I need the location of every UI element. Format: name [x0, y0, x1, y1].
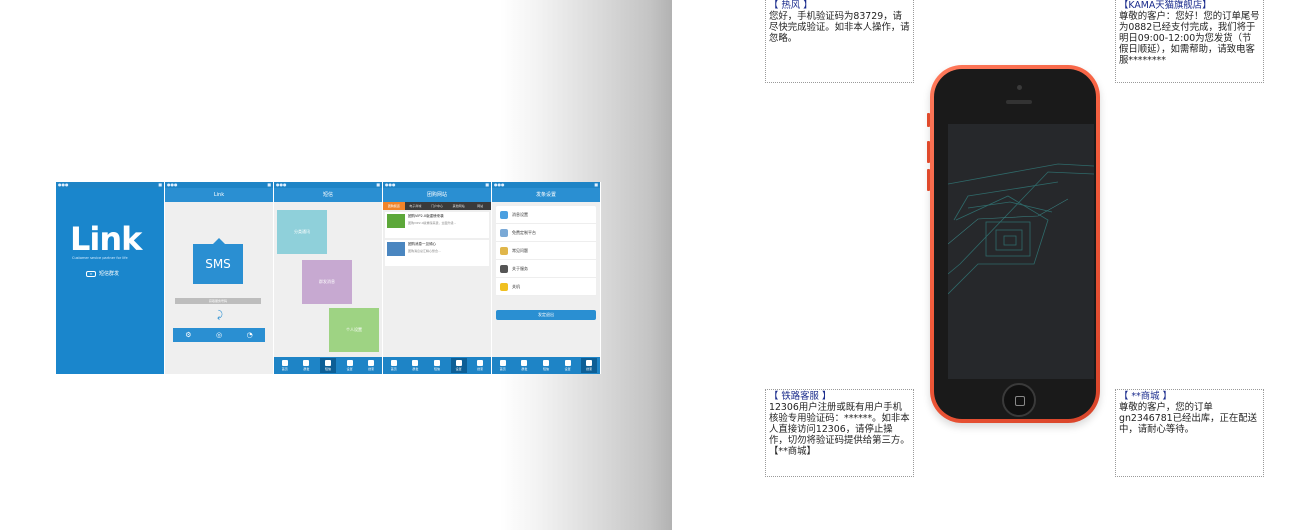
- lock-icon: [500, 282, 508, 291]
- tunnel-graphic: [948, 163, 1094, 295]
- phone-screen: [948, 124, 1094, 379]
- front-camera-icon: [1017, 85, 1022, 90]
- smartphone-illustration: [927, 65, 1100, 423]
- mute-switch: [927, 113, 930, 127]
- subtab[interactable]: 其他网站: [448, 202, 470, 210]
- splash-screen: ●●● ■ Link Customer sevice partner for li…: [56, 182, 165, 374]
- platform-icon: [500, 228, 508, 237]
- tab-home[interactable]: 首页: [386, 358, 402, 373]
- news-thumbnail: [387, 242, 405, 256]
- screen-title: Link: [165, 188, 273, 202]
- bottom-tab-bar: 首页 群发 短信 设置 搜索: [274, 357, 382, 374]
- volume-up-button: [927, 141, 930, 163]
- sms-sender: 【 铁路客服 】: [769, 391, 832, 402]
- sub-tabs: 团购频道 电子商城 门户中心 其他网站 网站: [383, 202, 491, 210]
- sms-note-top-left: 【 热风 】 您好，手机验证码为83729，请尽快完成验证。如非本人操作，请忽略…: [765, 0, 914, 83]
- sms-note-bottom-left: 【 铁路客服 】 12306用户注册或既有用户手机核验专用验证码：******。…: [765, 389, 914, 477]
- sms-note-top-right: 【KAMA天猫旗舰店】 尊敬的客户：您好！您的订单尾号为0882已经支付完成，我…: [1115, 0, 1264, 83]
- sms-body: 尊敬的客户：您好！您的订单尾号为0882已经支付完成，我们将于明日09:00-1…: [1119, 11, 1260, 66]
- tab-group[interactable]: 群发: [298, 358, 314, 373]
- info-icon: [500, 264, 508, 273]
- screen-title: 团购网站: [383, 188, 491, 202]
- tab-settings[interactable]: 设置: [342, 358, 358, 373]
- mass-message-card[interactable]: 群发消息: [302, 260, 352, 304]
- settings-list: 消息设置 免费定制平台 常见问题 关于服务 关机: [496, 206, 596, 296]
- tab-search[interactable]: 搜索: [472, 358, 488, 373]
- earpiece-speaker: [1006, 100, 1032, 104]
- sms-signature: 【**商城】: [769, 446, 816, 457]
- settings-row[interactable]: 关机: [496, 278, 596, 296]
- clock-icon[interactable]: ◔: [247, 331, 253, 339]
- tab-group[interactable]: 群发: [516, 358, 532, 373]
- subtab[interactable]: 门户中心: [426, 202, 448, 210]
- phone-face: [934, 69, 1096, 419]
- tab-home[interactable]: 首页: [277, 358, 293, 373]
- bottom-tab-bar: 首页 群发 短信 设置 搜索: [383, 357, 491, 374]
- subtab[interactable]: 电子商城: [405, 202, 427, 210]
- news-thumbnail: [387, 214, 405, 228]
- settings-row[interactable]: 关于服务: [496, 260, 596, 278]
- message-icon: ✉: [86, 270, 96, 277]
- sms-note-bottom-right: 【 **商城 】 尊敬的客户，您的订单gn2346781已经出库，正在配送中，请…: [1115, 389, 1264, 477]
- tab-sms[interactable]: 短信: [319, 358, 336, 373]
- sms-badge: ✉ 短信群发: [86, 270, 119, 277]
- news-item[interactable]: 团购消息一见倾心 团购消息总汇精心整合...: [385, 240, 489, 266]
- bike-icon[interactable]: ⚙: [185, 331, 191, 339]
- logo-tagline: Customer sevice partner for life: [72, 256, 128, 260]
- sms-body: 12306用户注册或既有用户手机核验专用验证码：******。如非本人直接访问1…: [769, 402, 910, 446]
- app-screenshot-strip: ●●● ■ Link Customer sevice partner for li…: [56, 182, 601, 374]
- volume-down-button: [927, 169, 930, 191]
- tab-group[interactable]: 群发: [407, 358, 423, 373]
- sms-badge-label: 短信群发: [99, 271, 120, 277]
- news-item[interactable]: 团购VIP2.0版重磅来袭 团购VIP2.0版重磅来袭，全面升级...: [385, 212, 489, 238]
- action-icons-row: ⚙ ◎ ◔: [173, 328, 265, 342]
- sms-sender: 【KAMA天猫旗舰店】: [1119, 0, 1212, 11]
- logout-button[interactable]: 发定退出: [496, 310, 596, 320]
- tab-search[interactable]: 搜索: [581, 358, 598, 373]
- sms-body: 您好，手机验证码为83729，请尽快完成验证。如非本人操作，请忽略。: [769, 11, 910, 44]
- tab-sms[interactable]: 短信: [429, 358, 445, 373]
- get-number-bar[interactable]: 获取服务号码: [175, 298, 261, 304]
- left-page: ●●● ■ Link Customer sevice partner for li…: [0, 0, 672, 530]
- sms-sender: 【 **商城 】: [1119, 391, 1172, 402]
- category-card[interactable]: 分类通讯: [277, 210, 327, 254]
- settings-row[interactable]: 消息设置: [496, 206, 596, 224]
- screen-title: 发条设置: [492, 188, 600, 202]
- sms-sender: 【 热风 】: [769, 0, 813, 11]
- arrow-icon: ⤸: [217, 310, 223, 321]
- group-buy-screen: ●●● ■ 团购网站 团购频道 电子商城 门户中心 其他网站 网站 团购VIP2.…: [383, 182, 492, 374]
- sms-bubble-icon: SMS: [193, 238, 243, 284]
- tab-settings[interactable]: 设置: [560, 358, 576, 373]
- home-button: [1002, 383, 1036, 417]
- subtab[interactable]: 网站: [469, 202, 491, 210]
- tab-sms[interactable]: 短信: [538, 358, 554, 373]
- question-icon: [500, 246, 508, 255]
- message-cards-screen: ●●● ■ 短信 分类通讯 群发消息 个人设置 首页 群发 短信 设置 搜索: [274, 182, 383, 374]
- sms-screen: ●●● ■ Link SMS 获取服务号码 ⤸ ⚙ ◎ ◔: [165, 182, 274, 374]
- globe-icon[interactable]: ◎: [216, 331, 222, 339]
- tab-settings[interactable]: 设置: [450, 358, 467, 373]
- tab-search[interactable]: 搜索: [363, 358, 379, 373]
- sms-body: 尊敬的客户，您的订单gn2346781已经出库，正在配送中，请耐心等待。: [1119, 402, 1258, 435]
- screen-title: 短信: [274, 188, 382, 202]
- settings-row[interactable]: 常见问题: [496, 242, 596, 260]
- subtab[interactable]: 团购频道: [383, 202, 405, 210]
- bottom-tab-bar: 首页 群发 短信 设置 搜索: [492, 357, 600, 374]
- settings-screen: ●●● ■ 发条设置 消息设置 免费定制平台 常见问题 关于服务 关机 发定退出 …: [492, 182, 601, 374]
- message-icon: [500, 210, 508, 219]
- settings-row[interactable]: 免费定制平台: [496, 224, 596, 242]
- brochure-spread: ●●● ■ Link Customer sevice partner for li…: [0, 0, 1316, 530]
- status-bar: ●●● ■: [56, 182, 164, 188]
- tab-home[interactable]: 首页: [495, 358, 511, 373]
- link-logo: Link: [70, 220, 142, 258]
- personal-settings-card[interactable]: 个人设置: [329, 308, 379, 352]
